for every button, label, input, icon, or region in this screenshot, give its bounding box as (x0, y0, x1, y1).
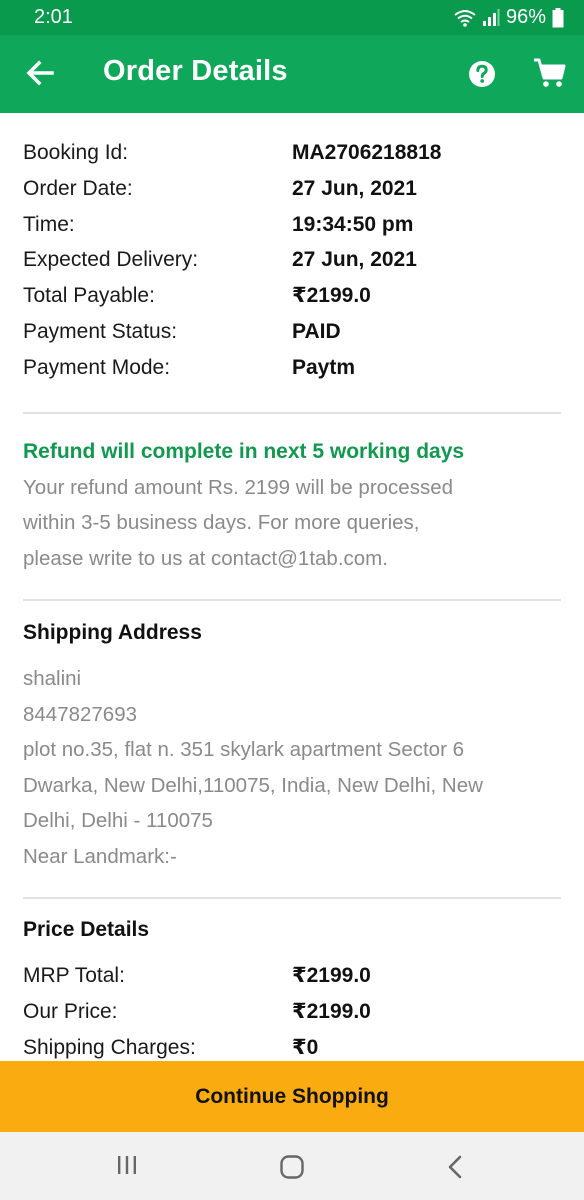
payment-status-label: Payment Status: (23, 319, 178, 343)
price-section: Price Details MRP Total: ₹2199.0 Our Pri… (0, 899, 584, 1061)
our-price-value: ₹2199.0 (292, 999, 371, 1023)
battery-percent: 96% (505, 6, 546, 28)
refund-line: please write to us at contact@1tab.com. (23, 546, 388, 570)
total-payable-value: ₹2199.0 (292, 284, 371, 308)
wifi-icon (454, 9, 476, 27)
refund-section: Refund will complete in next 5 working d… (0, 414, 584, 577)
order-details-content: Booking Id: MA2706218818 Order Date: 27 … (0, 113, 584, 1061)
price-title: Price Details (23, 918, 150, 942)
total-payable-label: Total Payable: (23, 284, 155, 308)
signal-icon (482, 8, 500, 26)
shipping-address-line: Dwarka, New Delhi,110075, India, New Del… (23, 773, 483, 797)
shipping-landmark: Near Landmark:- (23, 844, 177, 868)
page-title: Order Details (103, 55, 288, 87)
status-bar: 2:01 96% (0, 0, 584, 35)
expected-delivery-label: Expected Delivery: (23, 248, 199, 272)
order-row-time: Time: 19:34:50 pm (23, 207, 561, 243)
shipping-title: Shipping Address (23, 621, 202, 645)
order-info-section: Booking Id: MA2706218818 Order Date: 27 … (0, 113, 584, 386)
mrp-total-value: ₹2199.0 (292, 964, 371, 988)
app-bar: Order Details (0, 35, 584, 113)
payment-status-value: PAID (292, 319, 341, 343)
cart-icon[interactable] (532, 57, 566, 89)
order-date-value: 27 Jun, 2021 (292, 176, 417, 200)
refund-title: Refund will complete in next 5 working d… (23, 439, 465, 463)
order-date-label: Order Date: (23, 176, 133, 200)
price-row-mrp: MRP Total: ₹2199.0 (23, 958, 561, 994)
recent-apps-icon[interactable] (116, 1154, 138, 1176)
shipping-address-line: Delhi, Delhi - 110075 (23, 809, 213, 833)
shipping-charges-value: ₹0 (292, 1035, 319, 1059)
expected-delivery-value: 27 Jun, 2021 (292, 248, 417, 272)
our-price-label: Our Price: (23, 999, 118, 1023)
refund-line: within 3-5 business days. For more queri… (23, 511, 420, 535)
shipping-section: Shipping Address shalini 8447827693 plot… (0, 601, 584, 874)
time-label: Time: (23, 212, 75, 236)
price-row-our-price: Our Price: ₹2199.0 (23, 994, 561, 1030)
shipping-charges-label: Shipping Charges: (23, 1035, 196, 1059)
order-row-order-date: Order Date: 27 Jun, 2021 (23, 171, 561, 207)
home-icon[interactable] (279, 1154, 305, 1180)
time-value: 19:34:50 pm (292, 212, 414, 236)
status-time: 2:01 (34, 6, 73, 28)
payment-mode-value: Paytm (292, 355, 356, 379)
system-nav-bar (0, 1132, 584, 1200)
shipping-name: shalini (23, 667, 82, 691)
back-nav-icon[interactable] (445, 1154, 465, 1180)
shipping-address-line: plot no.35, flat n. 351 skylark apartmen… (23, 738, 464, 762)
booking-id-label: Booking Id: (23, 141, 129, 164)
payment-mode-label: Payment Mode: (23, 355, 171, 379)
status-icons: 96% (454, 6, 564, 29)
continue-shopping-button[interactable]: Continue Shopping (0, 1061, 584, 1132)
refund-line: Your refund amount Rs. 2199 will be proc… (23, 475, 453, 499)
back-arrow-icon[interactable] (24, 57, 56, 89)
mrp-total-label: MRP Total: (23, 964, 125, 988)
shipping-phone: 8447827693 (23, 702, 138, 726)
help-icon[interactable] (467, 59, 497, 89)
order-row-payment-status: Payment Status: PAID (23, 314, 561, 350)
price-row-shipping: Shipping Charges: ₹0 (23, 1030, 561, 1061)
continue-shopping-label: Continue Shopping (195, 1084, 389, 1108)
order-row-payment-mode: Payment Mode: Paytm (23, 350, 561, 386)
battery-icon (552, 7, 564, 27)
order-row-expected-delivery: Expected Delivery: 27 Jun, 2021 (23, 242, 561, 278)
booking-id-value: MA2706218818 (292, 141, 442, 164)
order-row-booking-id: Booking Id: MA2706218818 (23, 135, 561, 171)
order-row-total-payable: Total Payable: ₹2199.0 (23, 278, 561, 314)
